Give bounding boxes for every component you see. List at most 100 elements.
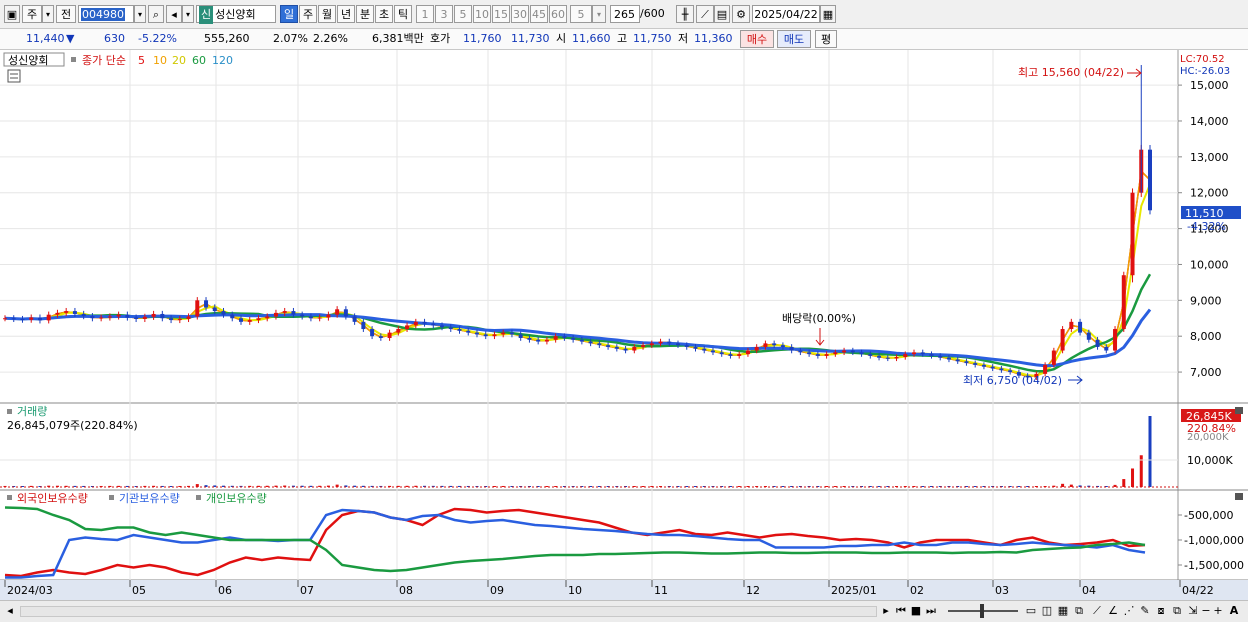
- period-tick[interactable]: 틱: [394, 5, 412, 23]
- brush-icon[interactable]: ✎: [1138, 603, 1152, 619]
- copy-icon[interactable]: ⧉: [1170, 603, 1184, 619]
- candle-body: [544, 339, 549, 342]
- candle-body: [981, 364, 986, 367]
- interval-30[interactable]: 30: [511, 5, 529, 23]
- ask-label: 호가: [430, 32, 451, 45]
- candle-body: [562, 336, 567, 338]
- stock-name-field[interactable]: 신 성신양회: [196, 5, 276, 24]
- rewind-icon[interactable]: ⏮: [894, 603, 908, 619]
- toolbar: ▣ 주 ▾ 전 004980 ▾ ⌕ ◂ ▾ 신 성신양회 일 주 월 년 분 초…: [0, 0, 1248, 29]
- price-tick-label: 15,000: [1190, 79, 1229, 92]
- lc-label: LC:70.52: [1180, 54, 1225, 65]
- zoom-slider-handle[interactable]: [980, 604, 984, 618]
- play-icon[interactable]: ▸: [880, 603, 892, 619]
- interval-dropdown-icon[interactable]: ▾: [592, 5, 606, 23]
- compare-icon[interactable]: ⧉: [1072, 603, 1086, 619]
- period-year[interactable]: 년: [337, 5, 355, 23]
- candle-body: [737, 354, 742, 356]
- candle-body: [405, 325, 410, 330]
- search-icon[interactable]: ⌕: [148, 5, 164, 23]
- price-tick-label: 9,000: [1190, 294, 1222, 307]
- zoom-in-icon[interactable]: +: [1212, 603, 1224, 619]
- candle-body: [518, 334, 523, 338]
- grid-icon[interactable]: ▦: [1056, 603, 1070, 619]
- capture-icon[interactable]: ⧇: [1154, 603, 1168, 619]
- trend-icon[interactable]: ⟋: [1090, 603, 1104, 619]
- candle-body: [134, 317, 139, 319]
- buy-button[interactable]: 매수: [740, 30, 774, 48]
- interval-input[interactable]: 5: [570, 5, 592, 23]
- calendar-icon[interactable]: ▦: [820, 5, 836, 23]
- candle-body: [1121, 275, 1126, 330]
- chart-area[interactable]: 15,000 14,000 13,000 12,000 11,000 10,000 9,00…: [0, 50, 1248, 600]
- candle-body: [116, 314, 121, 317]
- code-dropdown-icon[interactable]: ▾: [134, 5, 146, 23]
- fibo-icon[interactable]: ⋰: [1122, 603, 1136, 619]
- interval-10[interactable]: 10: [473, 5, 491, 23]
- candle-body: [212, 307, 217, 312]
- stock-code-input[interactable]: 004980: [78, 5, 134, 23]
- ask-price-1: 11,760: [463, 32, 502, 45]
- stock-code-value: 004980: [81, 8, 125, 21]
- forward-icon[interactable]: ⏭: [924, 603, 938, 619]
- count-input[interactable]: 265: [610, 5, 640, 23]
- window-icon[interactable]: ▣: [4, 5, 20, 23]
- period-second[interactable]: 초: [375, 5, 393, 23]
- candle-body: [221, 311, 226, 315]
- period-day[interactable]: 일: [280, 5, 298, 23]
- split-icon[interactable]: ◫: [1040, 603, 1054, 619]
- x-tick-label: 09: [490, 584, 504, 597]
- volume-close-icon[interactable]: [1235, 407, 1243, 414]
- period-month[interactable]: 월: [318, 5, 336, 23]
- interval-5[interactable]: 5: [454, 5, 472, 23]
- candle-body: [938, 355, 943, 358]
- draw-tool-icon[interactable]: ⟋: [696, 5, 714, 23]
- sell-button[interactable]: 매도: [777, 30, 811, 48]
- candle-body: [11, 318, 16, 320]
- chart-svg[interactable]: 15,00014,00013,00012,00011,00010,0009,00…: [0, 50, 1248, 600]
- move-icon[interactable]: ⇲: [1186, 603, 1200, 619]
- auto-scale-icon[interactable]: A: [1226, 603, 1242, 619]
- candle-body: [649, 343, 654, 346]
- candle-body: [308, 316, 313, 319]
- eval-button[interactable]: 평: [815, 30, 837, 48]
- candle-body: [72, 311, 77, 314]
- candle-body: [885, 357, 890, 359]
- interval-45[interactable]: 45: [530, 5, 548, 23]
- holdings-close-icon[interactable]: [1235, 493, 1243, 500]
- table-toggle-icon[interactable]: [7, 69, 21, 83]
- interval-15[interactable]: 15: [492, 5, 510, 23]
- candle-body: [265, 316, 270, 319]
- candle-body: [684, 345, 689, 347]
- tab-prev[interactable]: 전: [56, 5, 76, 23]
- save-icon[interactable]: ▤: [714, 5, 730, 23]
- period-week[interactable]: 주: [299, 5, 317, 23]
- candle-icon[interactable]: ╫: [676, 5, 694, 23]
- scroll-left-icon[interactable]: ◂: [2, 603, 18, 619]
- turnover-ratio: 2.26%: [313, 32, 348, 45]
- layout-icon[interactable]: ▭: [1024, 603, 1038, 619]
- date-input[interactable]: 2025/04/22: [752, 5, 820, 23]
- candle-body: [335, 309, 340, 315]
- speaker-icon[interactable]: ◂: [166, 5, 182, 23]
- tab-main[interactable]: 주: [22, 5, 42, 23]
- low-price: 11,360: [694, 32, 733, 45]
- candle-body: [387, 332, 392, 338]
- interval-3[interactable]: 3: [435, 5, 453, 23]
- interval-1[interactable]: 1: [416, 5, 434, 23]
- candle-body: [396, 329, 401, 333]
- interval-60[interactable]: 60: [549, 5, 567, 23]
- gear-icon[interactable]: ⚙: [732, 5, 750, 23]
- candle-body: [169, 318, 174, 321]
- period-minute[interactable]: 분: [356, 5, 374, 23]
- candle-body: [789, 346, 794, 351]
- candle-body: [763, 343, 768, 347]
- stop-icon[interactable]: ■: [910, 603, 922, 619]
- scrollbar-track[interactable]: [20, 606, 877, 617]
- candle-body: [273, 312, 278, 317]
- angle-icon[interactable]: ∠: [1106, 603, 1120, 619]
- speaker-dropdown-icon[interactable]: ▾: [182, 5, 194, 23]
- zoom-out-icon[interactable]: −: [1200, 603, 1212, 619]
- candle-body: [300, 314, 305, 317]
- chevron-down-icon[interactable]: ▾: [42, 5, 54, 23]
